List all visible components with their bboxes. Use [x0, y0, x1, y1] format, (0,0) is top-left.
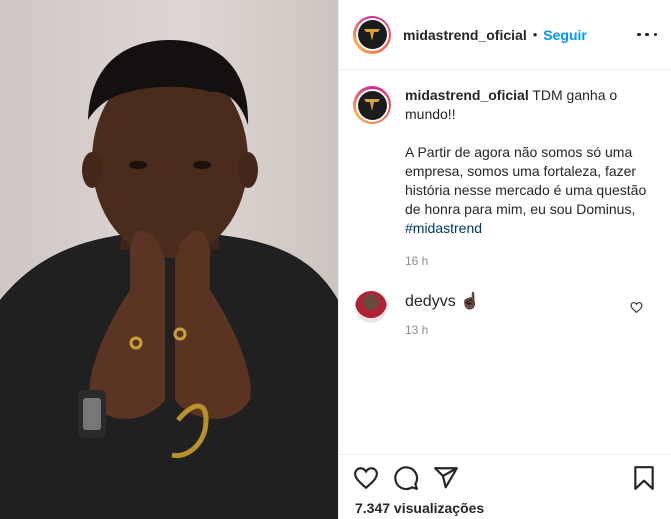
- comment-emoji: ☝🏿: [460, 293, 481, 310]
- post-footer: 7.347 visualizações: [339, 454, 671, 519]
- comments-section: midastrend_oficial TDM ganha o mundo!! A…: [339, 70, 671, 337]
- post-side-panel: midastrend_oficial • Seguir midastrend_o…: [338, 0, 671, 519]
- commenter-avatar[interactable]: [355, 291, 387, 323]
- post-username[interactable]: midastrend_oficial: [403, 27, 527, 43]
- profile-avatar[interactable]: [353, 15, 391, 54]
- separator-dot: •: [532, 27, 538, 42]
- bookmark-icon[interactable]: [631, 465, 657, 491]
- share-icon[interactable]: [433, 465, 459, 491]
- more-options-icon[interactable]: [637, 32, 657, 37]
- caption-row: midastrend_oficial TDM ganha o mundo!! A…: [353, 86, 657, 271]
- comment-time: 13 h: [405, 323, 429, 337]
- instagram-post: midastrend_oficial • Seguir midastrend_o…: [0, 0, 671, 519]
- comment-row: dedyvs ☝🏿 13 h: [353, 291, 657, 337]
- brand-logo-icon: [364, 28, 380, 41]
- caption-time: 16 h: [405, 254, 429, 268]
- caption-avatar[interactable]: [353, 86, 391, 124]
- action-bar: [339, 455, 671, 493]
- brand-logo-icon: [364, 99, 380, 111]
- comment-body: dedyvs ☝🏿 13 h: [405, 291, 480, 337]
- caption-hashtag[interactable]: #midastrend: [405, 220, 482, 236]
- comment-icon[interactable]: [393, 465, 419, 491]
- comment-like-heart-icon[interactable]: [630, 301, 643, 314]
- post-video[interactable]: [0, 0, 338, 519]
- caption-username[interactable]: midastrend_oficial: [405, 87, 529, 103]
- video-frame-person: [0, 40, 338, 519]
- heart-icon[interactable]: [353, 465, 379, 491]
- caption-text-second: A Partir de agora não somos só uma empre…: [405, 144, 647, 217]
- post-header: midastrend_oficial • Seguir: [339, 0, 671, 70]
- views-count[interactable]: 7.347 visualizações: [339, 493, 671, 516]
- caption-body: midastrend_oficial TDM ganha o mundo!! A…: [405, 86, 657, 271]
- comment-username[interactable]: dedyvs: [405, 293, 456, 310]
- follow-button[interactable]: Seguir: [543, 27, 587, 43]
